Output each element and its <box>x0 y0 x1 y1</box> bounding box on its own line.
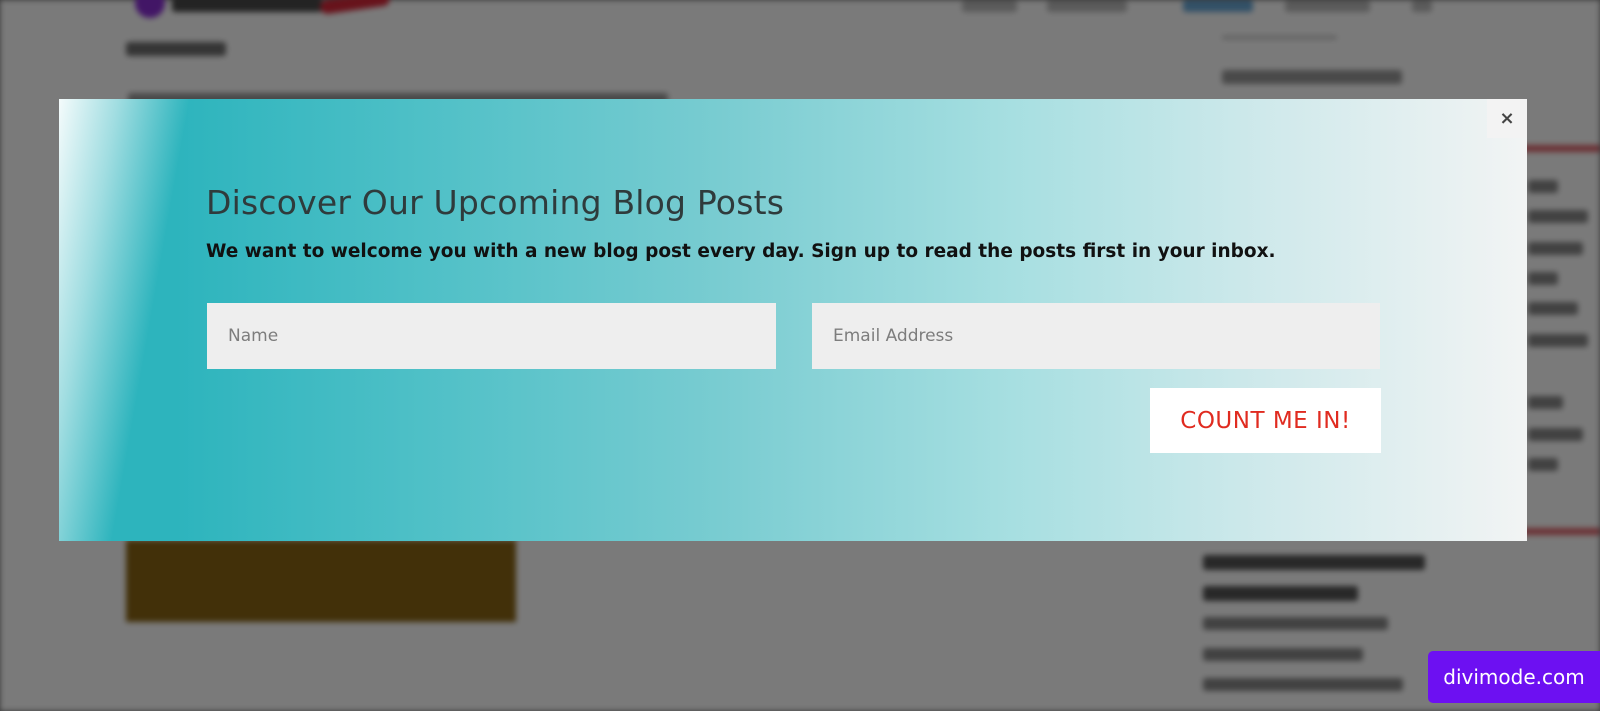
popup-sheen <box>59 99 219 541</box>
popup-title: Discover Our Upcoming Blog Posts <box>206 183 785 222</box>
divimode-watermark-badge[interactable]: divimode.com <box>1428 651 1600 703</box>
count-me-in-button[interactable]: COUNT ME IN! <box>1150 388 1381 453</box>
close-icon: × <box>1499 108 1515 129</box>
close-button[interactable]: × <box>1487 99 1527 138</box>
email-input[interactable] <box>812 303 1380 369</box>
name-input[interactable] <box>207 303 776 369</box>
popup-subtitle: We want to welcome you with a new blog p… <box>206 241 1276 262</box>
signup-popup: × Discover Our Upcoming Blog Posts We wa… <box>59 99 1527 541</box>
